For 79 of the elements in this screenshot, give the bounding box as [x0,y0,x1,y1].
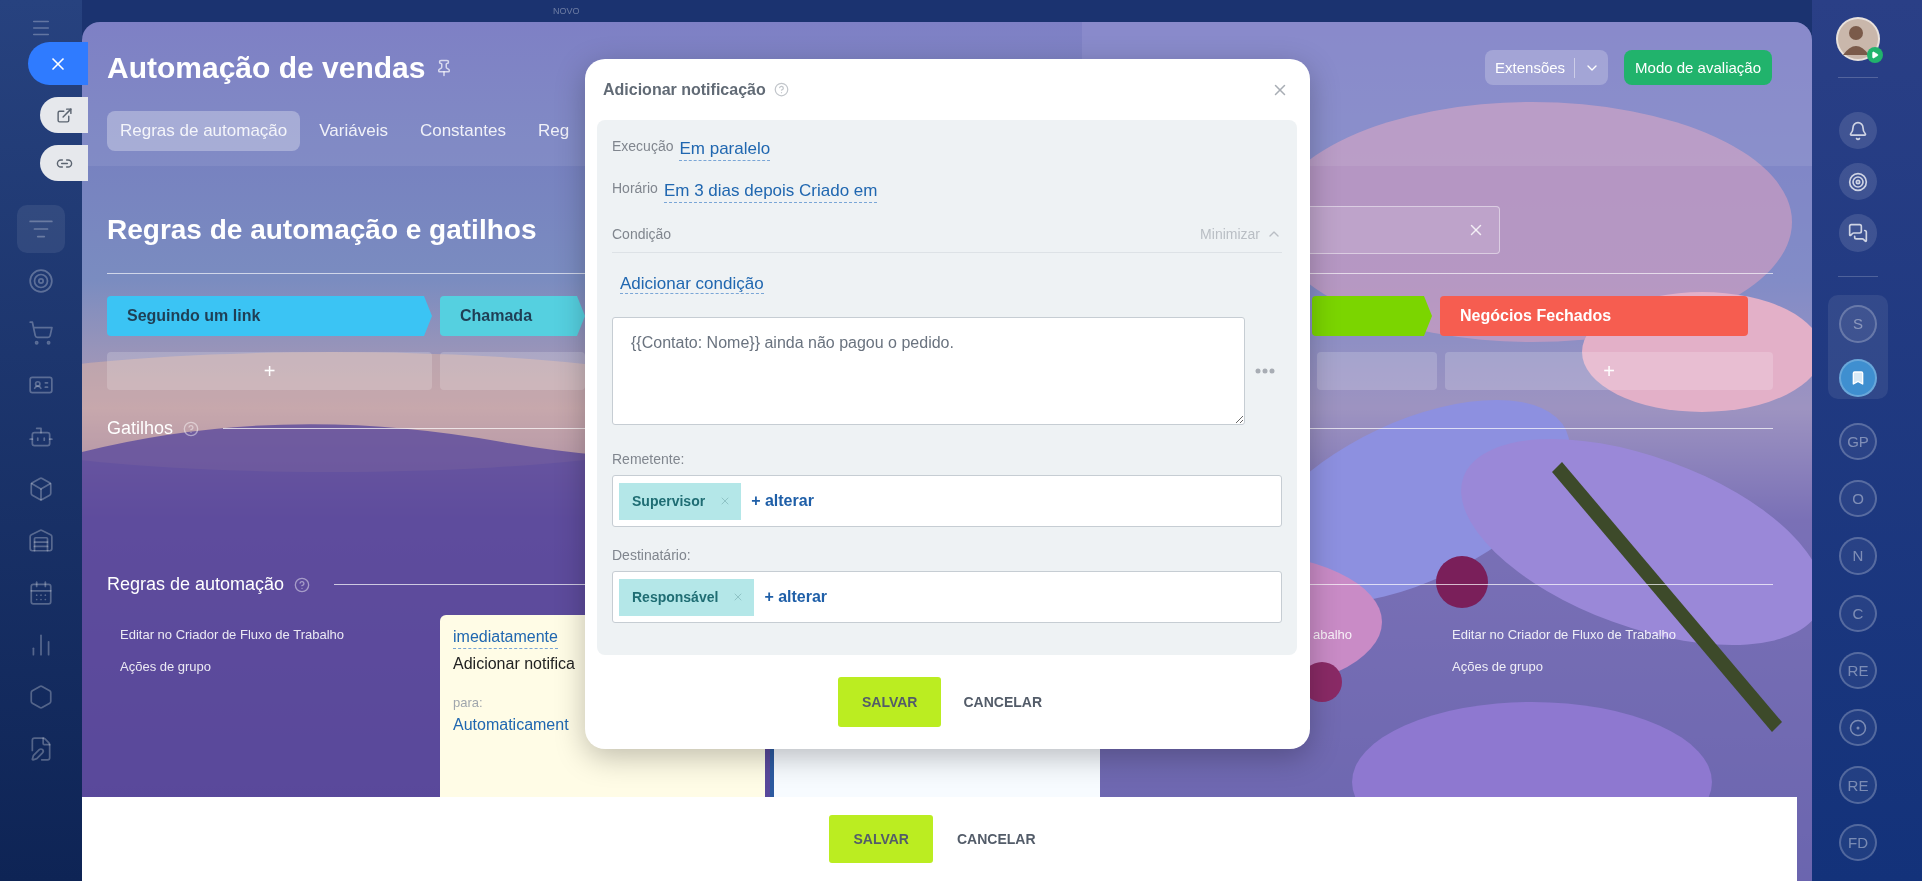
user-tag[interactable]: Supervisor [619,482,742,520]
field-label: Condição [612,226,672,242]
chat-avatar[interactable]: RE [1839,766,1877,804]
chat-button[interactable] [1839,214,1877,252]
section-heading: Gatilhos [107,418,174,439]
tab[interactable]: Reg [524,111,583,151]
building-icon [28,528,54,554]
target-button[interactable] [1839,163,1877,201]
nav-item[interactable] [17,205,65,253]
field-label: para: [453,694,484,710]
save-button[interactable]: SALVAR [829,815,933,863]
external-link-icon [55,106,73,124]
open-in-new-window-button[interactable] [40,97,88,133]
help-icon[interactable] [773,82,789,97]
more-icon[interactable] [1255,368,1275,374]
close-button[interactable] [28,42,88,85]
setting-link[interactable]: Em paralelo [679,138,771,162]
extensions-button[interactable]: Extensões [1485,50,1609,85]
section-heading: Regras de automação [107,574,285,595]
column-link[interactable]: abalho [1312,627,1352,797]
chat-avatar[interactable]: N [1839,537,1877,575]
stage-bar[interactable] [1312,296,1432,336]
field-label: Horário [612,180,658,196]
tab[interactable]: Constantes [406,111,519,151]
chat-avatar[interactable]: S [1839,304,1877,343]
section-title: Regras de automação e gatilhos [107,214,537,246]
chat-avatar[interactable] [1839,709,1877,747]
bookmark-button[interactable] [1839,358,1877,397]
stage-bar[interactable]: Chamada [440,296,585,336]
cancel-button[interactable]: CANCELAR [949,678,1056,726]
stage-bar[interactable]: Negócios Fechados [1440,296,1748,336]
user-tag[interactable]: Responsável [619,578,755,616]
change-link[interactable]: + alterar [764,588,828,606]
stage-bar[interactable]: Seguindo um link [107,296,432,336]
bell-button[interactable] [1839,112,1877,150]
field-label: Destinatário: [612,547,692,563]
tab[interactable]: Variáveis [306,111,401,151]
cart-icon [28,320,54,346]
setting-link[interactable]: Em 3 dias depois Criado em [663,180,878,204]
field-label: Remetente: [612,451,686,467]
copy-link-button[interactable] [40,145,88,181]
cancel-button[interactable]: CANCELAR [942,815,1050,863]
change-link[interactable]: + alterar [751,492,814,510]
column-link[interactable]: Editar no Criador de Fluxo de Trabalho [120,627,440,642]
play-icon [1867,47,1883,63]
recipient-field[interactable]: Responsável + alterar [612,571,1282,623]
target-icon [1848,171,1868,192]
bookmark-icon [1850,369,1866,386]
column-link[interactable]: Editar no Criador de Fluxo de Trabalho [1452,627,1760,642]
delay-link[interactable]: imediatamente [453,627,558,649]
target-icon [28,268,54,294]
field-label: Execução [612,138,674,154]
hexagon-icon [28,684,54,710]
message-field[interactable]: {{Contato: Nome}} ainda não pagou o pedido. [612,317,1245,425]
trial-mode-button[interactable]: Modo de avaliação [1624,50,1772,85]
new-label: NOVO [553,6,580,16]
column-link[interactable]: Ações de grupo [1452,659,1760,674]
document-icon [28,736,54,762]
page-title: Automação de vendas [107,51,426,85]
save-button[interactable]: SALVAR [837,677,942,727]
user-avatar[interactable] [1836,17,1880,61]
action-title: Adicionar notifica [453,654,576,673]
calendar-icon [28,580,54,606]
add-condition-link[interactable]: Adicionar condição [620,274,764,294]
add-rule-slot[interactable] [440,352,585,390]
recipient-field[interactable]: Supervisor + alterar [612,475,1282,527]
chat-avatar[interactable]: C [1839,594,1877,632]
robot-icon [28,424,54,450]
bell-icon [1848,120,1868,141]
dialog-title: Adicionar notificação [603,80,766,99]
chat-avatar[interactable]: FD [1839,823,1877,861]
column-link[interactable]: Ações de grupo [120,659,440,674]
chat-avatar[interactable]: GP [1839,422,1877,460]
search-field[interactable] [1310,206,1500,254]
target-icon [1849,718,1867,737]
chat-icon [1848,223,1868,244]
chat-avatar[interactable]: RE [1839,651,1877,690]
chat-avatar[interactable]: O [1839,479,1877,518]
box-icon [28,476,54,502]
